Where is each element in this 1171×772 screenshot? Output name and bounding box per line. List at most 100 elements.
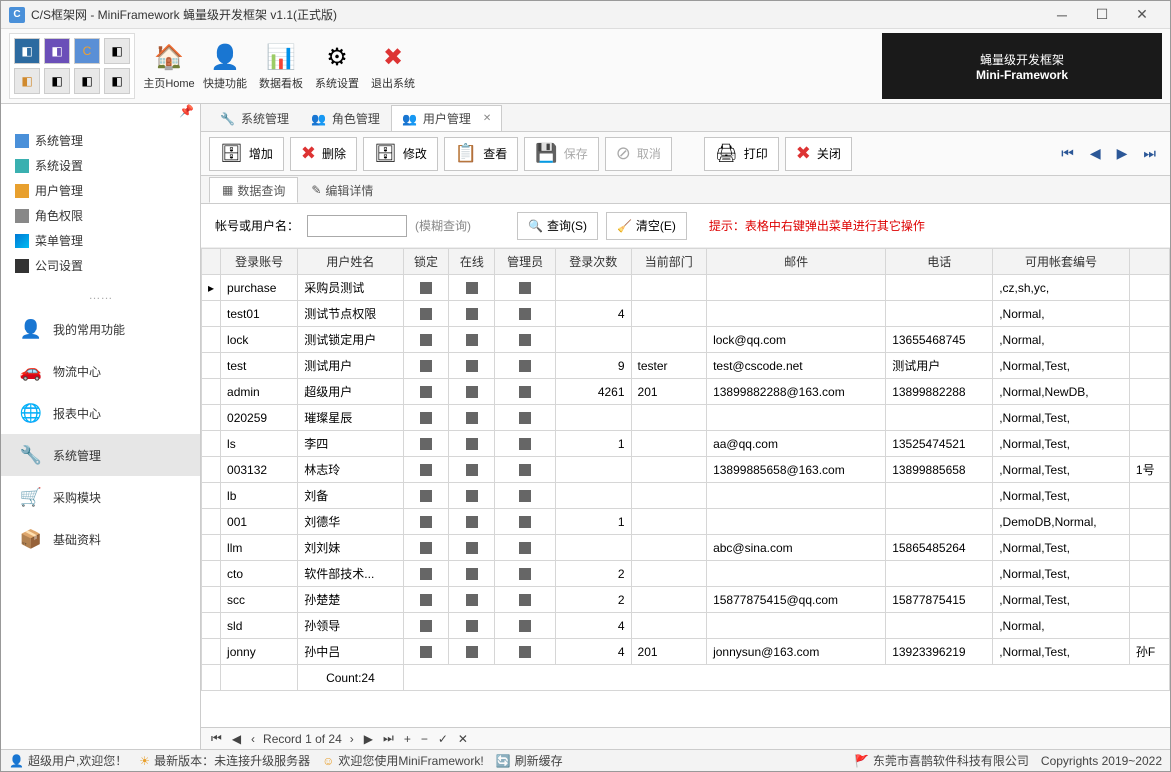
table-row[interactable]: admin超级用户 426120113899882288@163.com1389… <box>202 379 1170 405</box>
checkbox-icon[interactable] <box>519 464 531 476</box>
nav-favorites[interactable]: 👤我的常用功能 <box>1 308 200 350</box>
col-header[interactable]: 在线 <box>449 249 495 275</box>
tab-role-manage[interactable]: 👥角色管理 <box>300 105 391 131</box>
checkbox-icon[interactable] <box>519 386 531 398</box>
pin-icon[interactable]: 📌 <box>1 104 200 124</box>
close-panel-button[interactable]: ✖关闭 <box>785 137 852 171</box>
checkbox-icon[interactable] <box>466 308 478 320</box>
col-header[interactable]: 电话 <box>886 249 993 275</box>
nav-reports[interactable]: 🌐报表中心 <box>1 392 200 434</box>
checkbox-icon[interactable] <box>519 490 531 502</box>
home-button[interactable]: 🏠主页Home <box>141 33 197 99</box>
theme-5[interactable]: C <box>74 38 100 64</box>
col-header[interactable]: 登录次数 <box>555 249 631 275</box>
table-row[interactable]: sld孙领导 4,Normal, <box>202 613 1170 639</box>
table-row[interactable]: lb刘备 ,Normal,Test, <box>202 483 1170 509</box>
checkbox-icon[interactable] <box>519 308 531 320</box>
checkbox-icon[interactable] <box>519 438 531 450</box>
pg-x[interactable]: ✕ <box>456 732 470 746</box>
pg-first[interactable]: ⏮ <box>209 731 224 746</box>
table-row[interactable]: jonny孙中吕 4201jonnysun@163.com13923396219… <box>202 639 1170 665</box>
theme-1[interactable]: ◧ <box>14 38 40 64</box>
table-row[interactable]: 003132林志玲 13899885658@163.com13899885658… <box>202 457 1170 483</box>
checkbox-icon[interactable] <box>519 542 531 554</box>
search-input[interactable] <box>307 215 407 237</box>
close-button[interactable]: ✕ <box>1122 5 1162 25</box>
checkbox-icon[interactable] <box>420 646 432 658</box>
theme-6[interactable]: ◧ <box>74 68 100 94</box>
checkbox-icon[interactable] <box>420 334 432 346</box>
subtab-detail[interactable]: ✎编辑详情 <box>298 177 386 203</box>
checkbox-icon[interactable] <box>466 438 478 450</box>
close-tab-icon[interactable]: ✕ <box>483 113 491 124</box>
pg-del[interactable]: − <box>419 732 430 746</box>
clear-button[interactable]: 🧹清空(E) <box>606 212 687 240</box>
col-header[interactable]: 管理员 <box>495 249 556 275</box>
table-row[interactable]: 020259璀璨星辰 ,Normal,Test, <box>202 405 1170 431</box>
checkbox-icon[interactable] <box>466 594 478 606</box>
checkbox-icon[interactable] <box>420 282 432 294</box>
checkbox-icon[interactable] <box>420 308 432 320</box>
checkbox-icon[interactable] <box>519 568 531 580</box>
checkbox-icon[interactable] <box>420 412 432 424</box>
theme-8[interactable]: ◧ <box>104 68 130 94</box>
settings-button[interactable]: ⚙系统设置 <box>309 33 365 99</box>
checkbox-icon[interactable] <box>466 282 478 294</box>
checkbox-icon[interactable] <box>420 542 432 554</box>
checkbox-icon[interactable] <box>420 386 432 398</box>
theme-3[interactable]: ◧ <box>44 38 70 64</box>
checkbox-icon[interactable] <box>420 516 432 528</box>
nav-purchase[interactable]: 🛒采购模块 <box>1 476 200 518</box>
query-button[interactable]: 🔍查询(S) <box>517 212 598 240</box>
checkbox-icon[interactable] <box>519 334 531 346</box>
checkbox-icon[interactable] <box>466 568 478 580</box>
checkbox-icon[interactable] <box>420 490 432 502</box>
table-row[interactable]: lock测试锁定用户 lock@qq.com13655468745,Normal… <box>202 327 1170 353</box>
table-row[interactable]: ls李四 1aa@qq.com13525474521,Normal,Test, <box>202 431 1170 457</box>
checkbox-icon[interactable] <box>519 282 531 294</box>
pg-add[interactable]: + <box>402 732 413 746</box>
table-row[interactable]: test测试用户 9testertest@cscode.net测试用户,Norm… <box>202 353 1170 379</box>
table-row[interactable]: test01测试节点权限 4,Normal, <box>202 301 1170 327</box>
checkbox-icon[interactable] <box>519 646 531 658</box>
checkbox-icon[interactable] <box>466 360 478 372</box>
col-header[interactable]: 邮件 <box>707 249 886 275</box>
checkbox-icon[interactable] <box>466 542 478 554</box>
checkbox-icon[interactable] <box>519 412 531 424</box>
pg-ok[interactable]: ✓ <box>436 732 450 746</box>
table-row[interactable]: 001刘德华 1,DemoDB,Normal, <box>202 509 1170 535</box>
checkbox-icon[interactable] <box>519 360 531 372</box>
theme-7[interactable]: ◧ <box>104 38 130 64</box>
col-header[interactable] <box>1129 249 1169 275</box>
first-icon[interactable]: ⏮ <box>1055 143 1080 164</box>
checkbox-icon[interactable] <box>519 620 531 632</box>
tree-role-perm[interactable]: 角色权限 <box>9 203 192 228</box>
pg-last[interactable]: ⏭ <box>381 731 396 746</box>
col-header[interactable]: 当前部门 <box>631 249 707 275</box>
subtab-query[interactable]: ▦数据查询 <box>209 177 298 203</box>
tab-user-manage[interactable]: 👥用户管理✕ <box>391 105 502 131</box>
view-button[interactable]: 📋查看 <box>444 137 518 171</box>
checkbox-icon[interactable] <box>466 386 478 398</box>
pg-prev[interactable]: ◀ <box>230 732 243 746</box>
checkbox-icon[interactable] <box>420 360 432 372</box>
tree-sys-manage[interactable]: 系统管理 <box>9 128 192 153</box>
next-icon[interactable]: ▶ <box>1111 143 1134 164</box>
table-row[interactable]: cto软件部技术... 2,Normal,Test, <box>202 561 1170 587</box>
checkbox-icon[interactable] <box>466 412 478 424</box>
checkbox-icon[interactable] <box>420 594 432 606</box>
checkbox-icon[interactable] <box>466 490 478 502</box>
pg-prev2[interactable]: ‹ <box>249 732 257 746</box>
checkbox-icon[interactable] <box>466 334 478 346</box>
pg-next2[interactable]: › <box>348 732 356 746</box>
theme-4[interactable]: ◧ <box>44 68 70 94</box>
delete-button[interactable]: ✖删除 <box>290 137 357 171</box>
nav-logistics[interactable]: 🚗物流中心 <box>1 350 200 392</box>
checkbox-icon[interactable] <box>466 646 478 658</box>
add-button[interactable]: 🗄增加 <box>209 137 284 171</box>
exit-button[interactable]: ✖退出系统 <box>365 33 421 99</box>
checkbox-icon[interactable] <box>420 620 432 632</box>
table-row[interactable]: scc孙楚楚 215877875415@qq.com15877875415,No… <box>202 587 1170 613</box>
checkbox-icon[interactable] <box>519 594 531 606</box>
checkbox-icon[interactable] <box>420 464 432 476</box>
